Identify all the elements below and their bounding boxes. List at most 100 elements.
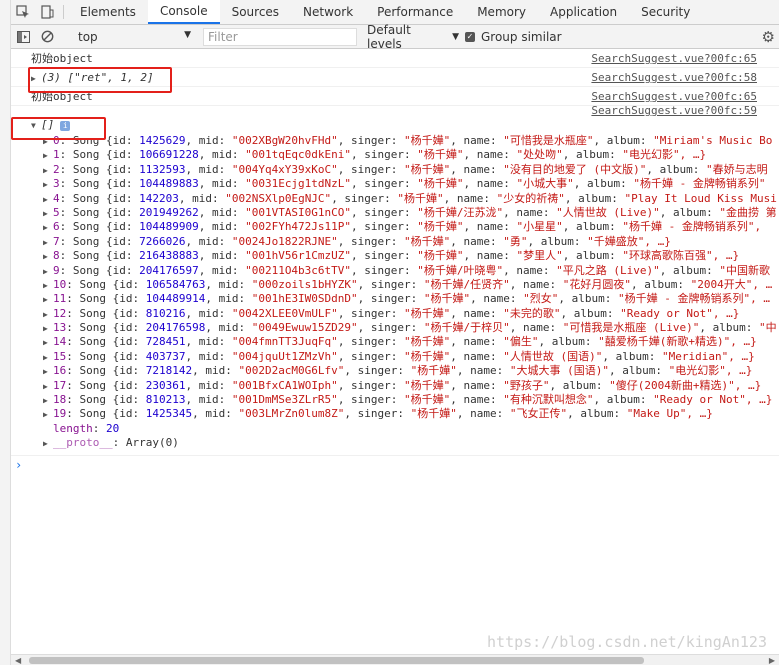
scroll-left-icon[interactable]: ◀ (15, 656, 21, 665)
song-mid: "002XBgW20hvFHd" (231, 134, 338, 147)
watermark-text: https://blog.csdn.net/kingAn123 (487, 633, 767, 651)
expand-arrow-icon[interactable]: ▶ (43, 293, 53, 307)
song-row[interactable]: ▶ 9: Song {id: 204176597, mid: "00211O4b3… (11, 264, 779, 278)
song-row[interactable]: ▶ 8: Song {id: 216438883, mid: "001hV56r1… (11, 249, 779, 263)
song-name: "大城大事 (国语)" (509, 364, 610, 378)
tab-elements[interactable]: Elements (68, 0, 148, 24)
expand-arrow-icon[interactable]: ▶ (43, 322, 53, 336)
song-row[interactable]: ▶ 6: Song {id: 104489909, mid: "002FYh472… (11, 220, 779, 234)
song-name: "人情世故 (Live)" (556, 205, 660, 219)
song-index: 6 (53, 220, 60, 234)
expand-arrow-icon[interactable]: ▶ (43, 178, 53, 192)
song-row[interactable]: ▶ 16: Song {id: 7218142, mid: "002D2acM0G… (11, 364, 779, 378)
expand-arrow-icon[interactable]: ▶ (43, 380, 53, 394)
song-row[interactable]: ▶ 2: Song {id: 1132593, mid: "004Yq4xY39x… (11, 163, 779, 177)
song-row[interactable]: ▶ 7: Song {id: 7266026, mid: "0024Jo1822R… (11, 235, 779, 249)
expand-arrow-icon[interactable]: ▶ (43, 308, 53, 322)
song-name: "梦里人" (516, 249, 563, 263)
log-levels-label: Default levels (367, 22, 411, 51)
expand-arrow-icon[interactable]: ▶ (43, 250, 53, 264)
device-toggle-icon[interactable] (35, 0, 59, 24)
expand-arrow-icon[interactable]: ▶ (43, 207, 53, 221)
song-row[interactable]: ▶ 13: Song {id: 204176598, mid: "0049Ewuw… (11, 321, 779, 335)
array-proto[interactable]: ▶ __proto__: Array(0) (11, 436, 779, 450)
expand-arrow-icon[interactable]: ▶ (43, 279, 53, 293)
log-text: 初始object (31, 52, 93, 65)
expand-arrow-icon[interactable]: ▶ (43, 164, 53, 178)
expand-arrow-icon[interactable]: ▶ (43, 408, 53, 422)
devtools-tabbar: Elements Console Sources Network Perform… (11, 0, 779, 25)
length-value: 20 (106, 421, 120, 435)
song-name: "野孩子" (503, 378, 550, 392)
scroll-right-icon[interactable]: ▶ (769, 656, 775, 665)
song-name: "小星星" (516, 220, 563, 234)
song-singer: "杨千嬅/任贤齐" (423, 277, 510, 291)
song-id: 106584763 (145, 277, 206, 291)
song-row[interactable]: ▶ 15: Song {id: 403737, mid: "004jquUt1ZM… (11, 350, 779, 364)
expand-arrow-icon[interactable]: ▶ (43, 365, 53, 379)
horizontal-scrollbar[interactable]: ◀ ▶ (11, 654, 779, 665)
tab-application[interactable]: Application (538, 0, 629, 24)
song-mid: "001VTASI0G1nCO" (245, 205, 352, 219)
song-row[interactable]: ▶ 17: Song {id: 230361, mid: "001BfxCA1WO… (11, 379, 779, 393)
context-selector[interactable]: top ▼ (72, 28, 197, 46)
song-singer: "杨千嬅" (404, 335, 451, 349)
expand-arrow-icon[interactable]: ▶ (43, 236, 53, 250)
expand-arrow-icon[interactable]: ▶ (43, 149, 53, 163)
inspect-element-icon[interactable] (11, 0, 35, 24)
gear-icon[interactable]: ⚙ (762, 28, 775, 46)
song-row[interactable]: ▶ 12: Song {id: 810216, mid: "0042XLEE0Vm… (11, 307, 779, 321)
song-index: 8 (53, 249, 60, 263)
song-row[interactable]: ▶ 19: Song {id: 1425345, mid: "003LMrZn0l… (11, 407, 779, 421)
group-similar-toggle[interactable]: ✓ Group similar (465, 30, 562, 44)
expand-arrow-icon[interactable]: ▶ (43, 437, 53, 451)
tab-memory[interactable]: Memory (465, 0, 538, 24)
song-mid: "004Yq4xY39xKoC" (231, 162, 338, 176)
song-row[interactable]: ▶ 3: Song {id: 104489883, mid: "0031Ecjg1… (11, 177, 779, 191)
song-album: "中国新歌 (719, 263, 770, 277)
expand-arrow-icon[interactable]: ▶ (43, 351, 53, 365)
song-singer: "杨千嬅" (417, 148, 464, 162)
song-index: 12 (53, 306, 67, 320)
song-singer: "杨千嬅" (417, 220, 464, 234)
song-row[interactable]: ▶ 18: Song {id: 810213, mid: "001DmMSe3ZL… (11, 393, 779, 407)
song-singer: "杨千嬅" (410, 364, 457, 378)
expand-arrow-icon[interactable]: ▶ (43, 193, 53, 207)
checkbox-checked-icon[interactable]: ✓ (465, 31, 475, 42)
filter-input[interactable]: Filter (203, 27, 357, 46)
song-id: 204176598 (145, 321, 206, 335)
tab-sources[interactable]: Sources (220, 0, 291, 24)
song-album: "杨千嬅 - 金牌畅销系列", (622, 220, 762, 234)
tab-security[interactable]: Security (629, 0, 702, 24)
clear-console-icon[interactable] (35, 30, 59, 43)
song-row[interactable]: ▶ 14: Song {id: 728451, mid: "004fmnTT3Ju… (11, 335, 779, 349)
console-prompt[interactable]: › (11, 456, 779, 474)
song-row[interactable]: ▶ 1: Song {id: 106691228, mid: "001tqEqc0… (11, 148, 779, 162)
toolbar-separator (63, 5, 64, 19)
song-row[interactable]: ▶ 0: Song {id: 1425629, mid: "002XBgW20hv… (11, 134, 779, 148)
highlight-box (11, 117, 106, 140)
song-album: "2004开大", … (690, 277, 773, 291)
array-header[interactable]: ▼[] i (11, 116, 779, 134)
tab-network[interactable]: Network (291, 0, 365, 24)
source-link[interactable]: SearchSuggest.vue?00fc:58 (591, 68, 757, 87)
expand-arrow-icon[interactable]: ▶ (43, 265, 53, 279)
sidebar-toggle-icon[interactable] (11, 30, 35, 43)
song-mid: "0031Ecjg1tdNzL" (245, 177, 352, 191)
proto-value: Array(0) (125, 436, 179, 450)
song-row[interactable]: ▶ 10: Song {id: 106584763, mid: "000zoils… (11, 278, 779, 292)
tab-performance[interactable]: Performance (365, 0, 465, 24)
song-name: "可惜我是水瓶座 (Live)" (562, 321, 700, 335)
scrollbar-thumb[interactable] (29, 657, 644, 664)
source-link[interactable]: SearchSuggest.vue?00fc:65 (591, 49, 757, 68)
expand-arrow-icon[interactable]: ▶ (43, 221, 53, 235)
song-row[interactable]: ▶ 4: Song {id: 142203, mid: "002NSXlp0EgN… (11, 192, 779, 206)
expand-arrow-icon[interactable]: ▶ (43, 336, 53, 350)
tab-console[interactable]: Console (147, 0, 220, 24)
left-strip (0, 0, 11, 665)
log-levels-dropdown[interactable]: Default levels ▼ (367, 23, 459, 51)
song-row[interactable]: ▶ 11: Song {id: 104489914, mid: "001hE3IW… (11, 292, 779, 306)
song-row[interactable]: ▶ 5: Song {id: 201949262, mid: "001VTASI0… (11, 206, 779, 220)
song-index: 11 (53, 292, 67, 306)
expand-arrow-icon[interactable]: ▶ (43, 394, 53, 408)
